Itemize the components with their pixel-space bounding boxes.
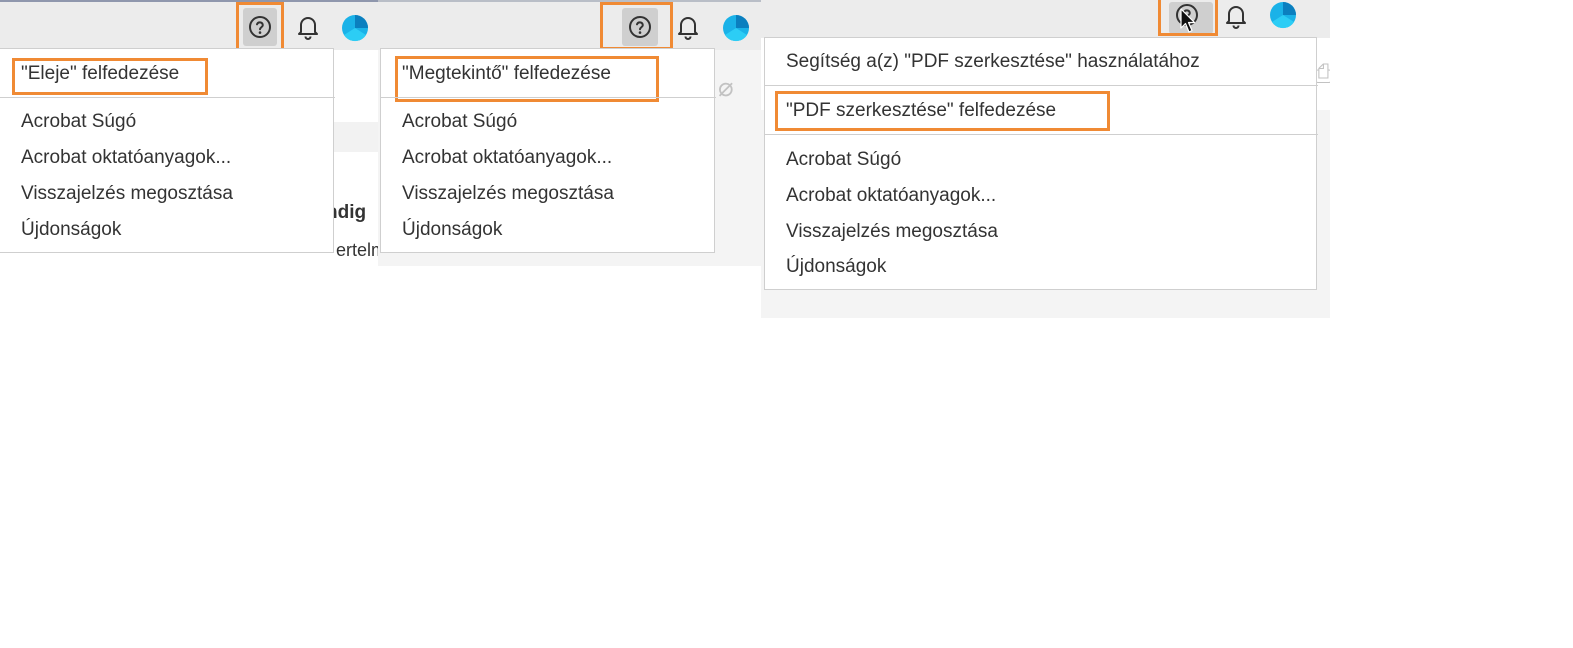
user-avatar-icon[interactable] [722,14,750,42]
background-strip [333,122,378,152]
top-toolbar [0,0,378,57]
top-toolbar [378,0,761,50]
whats-new-item[interactable]: Újdonságok [402,219,502,241]
notification-bell-icon[interactable] [1224,3,1248,29]
menu-separator [765,134,1318,135]
menu-separator [381,97,716,98]
screenshot-panel-home: ndig ertelm "Eleje" felfedezése Acrobat … [0,0,378,256]
menu-separator [0,97,335,98]
help-menu: "Megtekintő" felfedezése Acrobat Súgó Ac… [380,48,716,253]
acrobat-tutorials-item[interactable]: Acrobat oktatóanyagok... [402,147,612,169]
notification-bell-icon[interactable] [296,14,320,40]
acrobat-help-item[interactable]: Acrobat Súgó [786,149,901,171]
help-menu: Segítség a(z) "PDF szerkesztése" használ… [764,37,1318,290]
share-feedback-item[interactable]: Visszajelzés megosztása [21,183,233,205]
menu-separator [765,85,1318,86]
edit-pdf-help-item[interactable]: Segítség a(z) "PDF szerkesztése" használ… [786,51,1200,73]
acrobat-tutorials-item[interactable]: Acrobat oktatóanyagok... [786,185,996,207]
user-avatar-icon[interactable] [341,14,369,42]
screenshot-panel-viewer: ⌀ "Megtekintő" felfedezése Acrobat Súgó … [378,0,761,266]
background-text: ertelm [336,240,378,256]
menu-item-highlight [12,58,208,95]
user-avatar-icon[interactable] [1269,1,1297,29]
menu-item-highlight [775,91,1110,131]
acrobat-help-item[interactable]: Acrobat Súgó [402,111,517,133]
share-feedback-item[interactable]: Visszajelzés megosztása [786,221,998,243]
notification-bell-icon[interactable] [676,14,700,40]
top-toolbar [761,0,1330,38]
help-menu: "Eleje" felfedezése Acrobat Súgó Acrobat… [0,48,335,253]
share-feedback-item[interactable]: Visszajelzés megosztása [402,183,614,205]
menu-item-highlight [395,56,659,102]
help-button-highlight [1158,0,1218,36]
whats-new-item[interactable]: Újdonságok [786,256,886,278]
acrobat-tutorials-item[interactable]: Acrobat oktatóanyagok... [21,147,231,169]
acrobat-help-item[interactable]: Acrobat Súgó [21,111,136,133]
whats-new-item[interactable]: Újdonságok [21,219,121,241]
background-tool-icon: ⌀ [718,72,734,102]
help-button-highlight [600,2,673,50]
screenshot-panel-edit-pdf: ⎙ Segítség a(z) "PDF szerkesztése" haszn… [761,0,1330,318]
